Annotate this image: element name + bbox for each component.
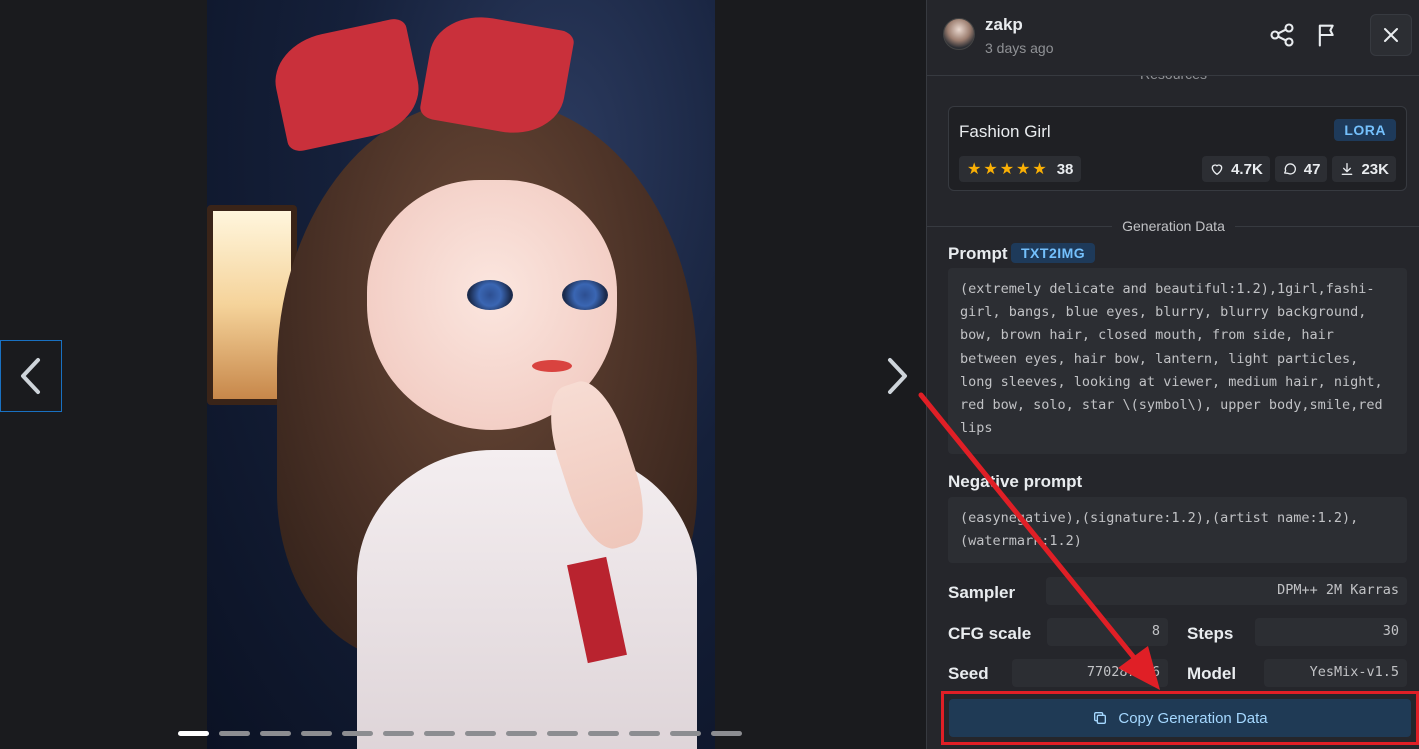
- pagination-dot[interactable]: [342, 731, 373, 736]
- image-pagination: [178, 731, 742, 736]
- username[interactable]: zakp: [985, 15, 1023, 35]
- sampler-value[interactable]: DPM++ 2M Karras: [1046, 577, 1407, 605]
- chevron-right-icon: [888, 358, 907, 394]
- sampler-label: Sampler: [948, 583, 1016, 602]
- eye-left-art: [467, 280, 513, 310]
- previous-image-button[interactable]: [0, 340, 62, 412]
- download-icon: [1342, 163, 1353, 175]
- image-viewer: [0, 0, 926, 749]
- avatar[interactable]: [943, 18, 975, 50]
- resource-card[interactable]: Fashion Girl LORA ★ ★ ★ ★ ★ 38 4.7K 47 2…: [948, 106, 1407, 191]
- share-icon: [1270, 23, 1294, 47]
- post-time: 3 days ago: [985, 40, 1054, 56]
- comments-count: 47: [1303, 160, 1321, 178]
- star-icon: ★: [999, 161, 1015, 178]
- prompt-text[interactable]: (extremely delicate and beautiful:1.2),1…: [948, 268, 1407, 454]
- chevron-left-icon: [21, 358, 40, 394]
- pagination-dot[interactable]: [588, 731, 619, 736]
- prompt-type-badge: TXT2IMG: [1011, 243, 1096, 263]
- model-label: Model: [1187, 664, 1237, 683]
- resource-type-badge: LORA: [1334, 119, 1396, 141]
- pagination-dot[interactable]: [711, 731, 742, 736]
- share-button[interactable]: [1267, 20, 1297, 50]
- star-icon: ★: [1032, 161, 1047, 178]
- rating-count: 38: [1056, 160, 1074, 178]
- annotation-highlight-box: Copy Generation Data: [941, 691, 1419, 745]
- steps-value[interactable]: 30: [1255, 618, 1407, 646]
- pagination-dot[interactable]: [547, 731, 578, 736]
- copy-generation-data-button[interactable]: Copy Generation Data: [949, 699, 1411, 737]
- pagination-dot[interactable]: [424, 731, 455, 736]
- pagination-dot[interactable]: [219, 731, 250, 736]
- resource-name[interactable]: Fashion Girl: [959, 122, 1051, 142]
- pagination-dot[interactable]: [178, 731, 209, 736]
- resource-stats: 4.7K 47 23K: [1202, 156, 1396, 182]
- comment-icon: [1283, 163, 1296, 175]
- seed-value[interactable]: 770287296: [1012, 659, 1168, 687]
- negative-prompt-label: Negative prompt: [948, 472, 1083, 491]
- seed-label: Seed: [948, 664, 989, 683]
- star-icon: ★: [983, 161, 998, 178]
- likes-count: 4.7K: [1231, 160, 1263, 178]
- details-panel: Resources zakp 3 days ago: [926, 0, 1419, 749]
- model-value[interactable]: YesMix-v1.5: [1264, 659, 1407, 687]
- downloads-count: 23K: [1361, 160, 1389, 178]
- shirt-art: [357, 450, 697, 749]
- lips-art: [532, 360, 572, 372]
- copy-icon: [1094, 712, 1107, 724]
- generation-data-title: Generation Data: [1112, 218, 1235, 234]
- pagination-dot[interactable]: [260, 731, 291, 736]
- cfg-scale-value[interactable]: 8: [1047, 618, 1168, 646]
- pagination-dot[interactable]: [301, 731, 332, 736]
- close-button[interactable]: [1370, 14, 1412, 56]
- prompt-label: Prompt: [948, 244, 1008, 263]
- copy-button-label: Copy Generation Data: [1118, 709, 1268, 727]
- pagination-dot[interactable]: [465, 731, 496, 736]
- cfg-scale-label: CFG scale: [948, 624, 1032, 643]
- report-button[interactable]: [1313, 20, 1343, 50]
- generation-data-label: Generation Data: [927, 218, 1419, 236]
- heart-icon: [1211, 164, 1223, 175]
- generated-image[interactable]: [207, 0, 715, 749]
- flag-icon: [1318, 24, 1334, 47]
- eye-right-art: [562, 280, 608, 310]
- next-image-button[interactable]: [866, 340, 928, 412]
- steps-label: Steps: [1187, 624, 1234, 643]
- likes-stat: 4.7K: [1202, 156, 1270, 182]
- comments-stat: 47: [1274, 156, 1328, 182]
- close-icon: [1384, 28, 1398, 42]
- star-icon: ★: [967, 161, 982, 178]
- rating-badge: ★ ★ ★ ★ ★ 38: [959, 156, 1082, 182]
- pagination-dot[interactable]: [670, 731, 701, 736]
- panel-header: zakp 3 days ago: [927, 0, 1419, 76]
- star-icon: ★: [1016, 161, 1031, 178]
- negative-prompt-text[interactable]: (easynegative),(signature:1.2),(artist n…: [948, 497, 1407, 563]
- pagination-dot[interactable]: [629, 731, 660, 736]
- downloads-stat: 23K: [1332, 156, 1396, 182]
- pagination-dot[interactable]: [506, 731, 537, 736]
- pagination-dot[interactable]: [383, 731, 414, 736]
